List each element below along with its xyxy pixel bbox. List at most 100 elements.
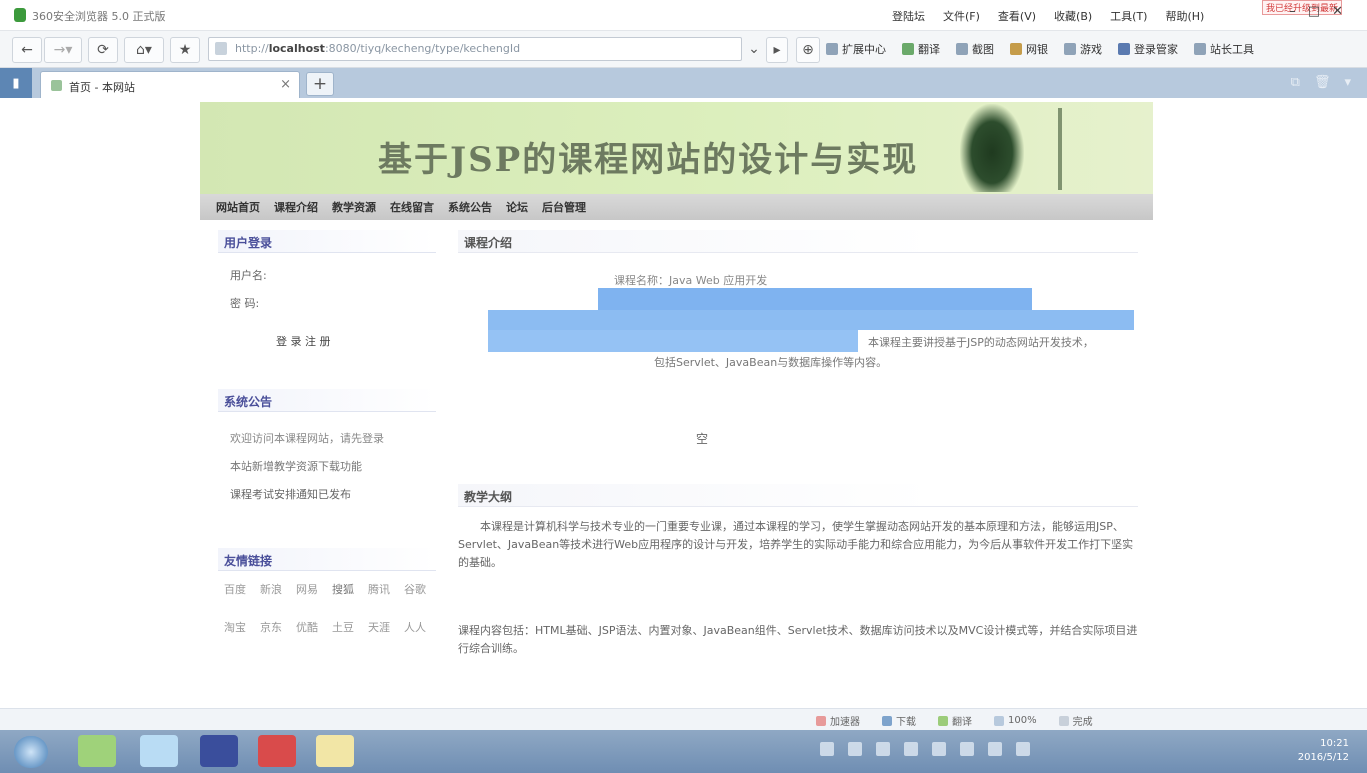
menu-tools[interactable]: 工具(T) [1110, 8, 1147, 24]
system-tray [820, 742, 1030, 756]
tray-icon[interactable] [1016, 742, 1030, 756]
notice-item[interactable]: 课程考试安排通知已发布 [218, 480, 436, 508]
notice-section-header: 系统公告 [218, 389, 436, 412]
tool-login-manager[interactable]: 登录管家 [1118, 41, 1178, 57]
refresh-icon: ⟳ [97, 42, 109, 58]
home-button[interactable]: ⌂▾ [124, 37, 164, 63]
nav-course-intro[interactable]: 课程介绍 [274, 199, 318, 215]
tray-icon[interactable] [876, 742, 890, 756]
accelerator-icon [816, 715, 826, 726]
sidebar-toggle-button[interactable]: ▮ [0, 68, 32, 98]
menu-view[interactable]: 查看(V) [998, 8, 1036, 24]
address-url[interactable]: http://localhost:8080/tiyq/kecheng/type/… [235, 42, 520, 55]
link-item[interactable]: 百度 [224, 581, 246, 597]
tool-extensions[interactable]: 扩展中心 [826, 41, 886, 57]
tray-icon[interactable] [820, 742, 834, 756]
address-bar[interactable]: http://localhost:8080/tiyq/kecheng/type/… [208, 37, 742, 61]
maximize-icon[interactable]: □ [1308, 4, 1320, 19]
status-download[interactable]: 下载 [882, 713, 916, 728]
link-item[interactable]: 淘宝 [224, 619, 246, 635]
tray-icon[interactable] [848, 742, 862, 756]
highlight-block [598, 288, 1032, 310]
refresh-button[interactable]: ⟳ [88, 37, 118, 63]
taskbar-app-icon[interactable] [140, 735, 178, 767]
course-summary: 本课程主要讲授基于JSP的动态网站开发技术， [868, 336, 1094, 349]
puzzle-icon [826, 43, 838, 55]
tray-icon[interactable] [904, 742, 918, 756]
link-item[interactable]: 天涯 [368, 619, 390, 635]
page-icon [215, 42, 227, 55]
tool-webmaster[interactable]: 站长工具 [1194, 41, 1254, 57]
tray-icon[interactable] [932, 742, 946, 756]
close-icon[interactable]: ✕ [1332, 4, 1343, 19]
globe-icon: ⊕ [802, 42, 814, 58]
tab-close-icon[interactable]: × [280, 77, 291, 92]
link-item[interactable]: 京东 [260, 619, 282, 635]
tab-strip: ▮ 首页 - 本网站 × + ⧉ 🗑 ▾ [0, 68, 1367, 99]
compat-mode-button[interactable]: ⊕ [796, 37, 820, 63]
tool-translate[interactable]: 翻译 [902, 41, 940, 57]
translate-icon [938, 715, 948, 726]
status-translate[interactable]: 翻译 [938, 713, 972, 728]
link-item[interactable]: 网易 [296, 581, 318, 597]
notice-item[interactable]: 欢迎访问本课程网站，请先登录 [218, 424, 436, 452]
taskbar-app-icon[interactable] [258, 735, 296, 767]
status-zoom[interactable]: 100% [994, 713, 1037, 728]
link-item[interactable]: 人人 [404, 619, 426, 635]
link-item[interactable]: 谷歌 [404, 581, 426, 597]
status-accelerator[interactable]: 加速器 [816, 713, 860, 728]
address-dropdown-button[interactable]: ⌄ [744, 37, 764, 61]
link-item[interactable]: 优酷 [296, 619, 318, 635]
trash-icon[interactable]: 🗑 [1314, 75, 1331, 90]
window-title: 360安全浏览器 5.0 正式版 [32, 10, 166, 23]
window-controls: – □ ✕ [1289, 4, 1343, 19]
forward-button[interactable]: →▾ [44, 37, 82, 63]
star-icon: ★ [178, 42, 192, 58]
go-button[interactable]: ▸ [766, 37, 788, 63]
taskbar-app-icon[interactable] [200, 735, 238, 767]
minimize-icon[interactable]: – [1289, 4, 1296, 19]
nav-notices[interactable]: 系统公告 [448, 199, 492, 215]
nav-forum[interactable]: 论坛 [506, 199, 528, 215]
notice-item[interactable]: 本站新增教学资源下载功能 [218, 452, 436, 480]
download-icon [882, 715, 892, 726]
chevron-down-icon[interactable]: ▾ [1344, 75, 1351, 90]
forward-arrow-icon: →▾ [53, 42, 73, 58]
clock-date: 2016/5/12 [1297, 752, 1349, 763]
website: 基于JSP的课程网站的设计与实现 网站首页 课程介绍 教学资源 在线留言 系统公… [200, 102, 1153, 730]
restore-tab-icon[interactable]: ⧉ [1291, 75, 1300, 90]
start-button[interactable] [14, 736, 48, 768]
nav-admin[interactable]: 后台管理 [542, 199, 586, 215]
nav-resources[interactable]: 教学资源 [332, 199, 376, 215]
tool-screenshot[interactable]: 截图 [956, 41, 994, 57]
bank-icon [1010, 43, 1022, 55]
tray-icon[interactable] [988, 742, 1002, 756]
placeholder-mark: 空 [696, 432, 709, 446]
status-items: 加速器 下载 翻译 100% 完成 [816, 713, 1093, 728]
system-clock[interactable]: 10:21 2016/5/12 [1298, 737, 1349, 765]
menu-login[interactable]: 登陆坛 [892, 8, 925, 24]
link-item[interactable]: 腾讯 [368, 581, 390, 597]
links-row: 百度 新浪 网易 搜狐 腾讯 谷歌 [218, 577, 436, 601]
favorite-button[interactable]: ★ [170, 37, 200, 63]
links-section-header: 友情链接 [218, 548, 436, 571]
link-item[interactable]: 新浪 [260, 581, 282, 597]
link-item[interactable]: 搜狐 [332, 581, 354, 597]
login-buttons[interactable]: 登 录 注 册 [218, 327, 436, 355]
taskbar-app-icon[interactable] [78, 735, 116, 767]
left-column: 用户登录 用户名: 密 码: 登 录 注 册 系统公告 欢迎访问本课程网站，请先… [218, 230, 436, 639]
menu-file[interactable]: 文件(F) [943, 8, 980, 24]
back-button[interactable]: ← [12, 37, 42, 63]
tool-games[interactable]: 游戏 [1064, 41, 1102, 57]
page-favicon-icon [51, 80, 62, 91]
menu-help[interactable]: 帮助(H) [1165, 8, 1204, 24]
link-item[interactable]: 土豆 [332, 619, 354, 635]
taskbar-app-icon[interactable] [316, 735, 354, 767]
nav-messages[interactable]: 在线留言 [390, 199, 434, 215]
new-tab-button[interactable]: + [306, 72, 334, 96]
tool-bank[interactable]: 网银 [1010, 41, 1048, 57]
tray-icon[interactable] [960, 742, 974, 756]
tab-home[interactable]: 首页 - 本网站 × [40, 71, 300, 99]
menu-favorites[interactable]: 收藏(B) [1054, 8, 1092, 24]
nav-home[interactable]: 网站首页 [216, 199, 260, 215]
